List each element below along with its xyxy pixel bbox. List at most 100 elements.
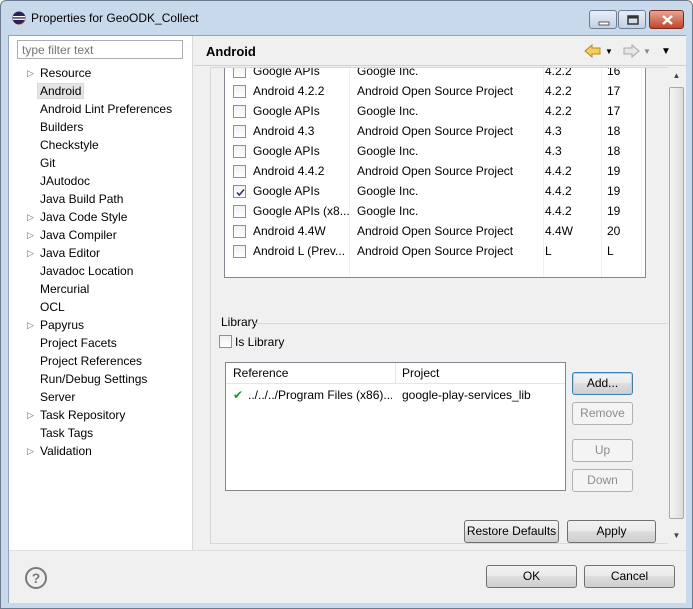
expand-arrow-icon[interactable]: ▷ xyxy=(27,244,34,262)
is-library-checkbox[interactable]: Is Library xyxy=(219,334,284,350)
target-checkbox[interactable] xyxy=(233,245,246,258)
library-reference-table[interactable]: Reference Project ✔ ../../../Program Fil… xyxy=(225,362,566,491)
target-api-cell: 17 xyxy=(607,104,621,118)
view-menu-icon[interactable]: ▼ xyxy=(661,44,671,60)
table-row[interactable]: Google APIs Google Inc. 4.2.2 17 xyxy=(225,101,645,121)
target-checkbox[interactable] xyxy=(233,125,246,138)
apply-button[interactable]: Apply xyxy=(567,520,656,543)
table-row[interactable]: Android L (Prev... Android Open Source Pr… xyxy=(225,241,645,261)
remove-button-label: Remove xyxy=(580,406,625,420)
back-dropdown-icon[interactable]: ▼ xyxy=(605,44,613,60)
expand-arrow-icon[interactable]: ▷ xyxy=(27,208,34,226)
tree-item-label: Server xyxy=(40,390,76,404)
target-checkbox[interactable] xyxy=(233,185,246,198)
close-button[interactable] xyxy=(649,10,684,29)
tree-item[interactable]: OCL xyxy=(9,298,192,316)
tree-item[interactable]: ▷ Resource xyxy=(9,64,192,82)
target-platform-cell: L xyxy=(545,244,552,258)
column-header-reference[interactable]: Reference xyxy=(233,366,288,380)
target-vendor-cell: Android Open Source Project xyxy=(357,124,514,138)
table-row[interactable]: Android 4.2.2 Android Open Source Project… xyxy=(225,81,645,101)
tree-item[interactable]: Java Build Path xyxy=(9,190,192,208)
tree-item[interactable]: Project References xyxy=(9,352,192,370)
column-header-project[interactable]: Project xyxy=(402,366,439,380)
table-row[interactable]: Android 4.3 Android Open Source Project 4.… xyxy=(225,121,645,141)
tree-item[interactable]: Android Lint Preferences xyxy=(9,100,192,118)
minimize-button[interactable] xyxy=(589,10,617,29)
tree-item[interactable]: Android xyxy=(9,82,192,100)
tree-item-label: Mercurial xyxy=(40,282,90,296)
expand-arrow-icon[interactable]: ▷ xyxy=(27,316,34,334)
table-row[interactable]: Google APIs (x8... Google Inc. 4.4.2 19 xyxy=(225,201,645,221)
remove-button[interactable]: Remove xyxy=(572,402,633,425)
tree-item[interactable]: ▷ Task Repository xyxy=(9,406,192,424)
scroll-up-icon[interactable]: ▲ xyxy=(668,67,685,84)
target-checkbox[interactable] xyxy=(233,225,246,238)
title-bar[interactable]: Properties for GeoODK_Collect xyxy=(1,1,692,35)
cancel-button[interactable]: Cancel xyxy=(584,565,675,588)
scrollbar-thumb[interactable] xyxy=(669,87,684,519)
target-platform-cell: 4.2.2 xyxy=(545,104,572,118)
tree-item[interactable]: JAutodoc xyxy=(9,172,192,190)
table-row[interactable]: Google APIs Google Inc. 4.3 18 xyxy=(225,141,645,161)
properties-window: Properties for GeoODK_Collect ▷ Resource A… xyxy=(0,0,693,609)
target-platform-cell: 4.3 xyxy=(545,124,562,138)
add-button[interactable]: Add... xyxy=(572,372,633,395)
ok-button[interactable]: OK xyxy=(486,565,577,588)
tree-item[interactable]: ▷ Java Compiler xyxy=(9,226,192,244)
tree-item[interactable]: ▷ Java Editor xyxy=(9,244,192,262)
expand-arrow-icon[interactable]: ▷ xyxy=(27,226,34,244)
forward-arrow-icon[interactable] xyxy=(622,43,640,62)
table-row[interactable]: Google APIs Google Inc. 4.4.2 19 xyxy=(225,181,645,201)
vertical-scrollbar[interactable]: ▲ ▼ xyxy=(668,67,685,544)
tree-item[interactable]: ▷ Java Code Style xyxy=(9,208,192,226)
expand-arrow-icon[interactable]: ▷ xyxy=(27,442,34,460)
target-checkbox[interactable] xyxy=(233,68,246,78)
target-checkbox[interactable] xyxy=(233,85,246,98)
target-api-cell: 19 xyxy=(607,204,621,218)
target-checkbox[interactable] xyxy=(233,205,246,218)
tree-item-label: Builders xyxy=(40,120,84,134)
reference-table-header: Reference Project xyxy=(226,363,565,384)
tree-item-label: Java Compiler xyxy=(40,228,117,242)
target-api-cell: 20 xyxy=(607,224,621,238)
target-checkbox[interactable] xyxy=(233,105,246,118)
tree-item[interactable]: Project Facets xyxy=(9,334,192,352)
expand-arrow-icon[interactable]: ▷ xyxy=(27,406,34,424)
scroll-down-icon[interactable]: ▼ xyxy=(668,527,685,544)
tree-item[interactable]: Mercurial xyxy=(9,280,192,298)
table-row[interactable]: Android 4.4W Android Open Source Project 4… xyxy=(225,221,645,241)
forward-dropdown-icon[interactable]: ▼ xyxy=(643,44,651,60)
tree-item[interactable]: Run/Debug Settings xyxy=(9,370,192,388)
build-target-table[interactable]: Google APIs Google Inc. 4.2.2 16 Android 4.2… xyxy=(224,68,646,278)
tree-item[interactable]: Javadoc Location xyxy=(9,262,192,280)
tree-item[interactable]: Builders xyxy=(9,118,192,136)
tree-item[interactable]: Task Tags xyxy=(9,424,192,442)
tree-item[interactable]: Server xyxy=(9,388,192,406)
window-title: Properties for GeoODK_Collect xyxy=(31,11,199,25)
restore-defaults-button[interactable]: Restore Defaults xyxy=(464,520,559,543)
dialog-body: ▷ Resource Android Android Lint Preferences… xyxy=(8,35,686,603)
back-arrow-icon[interactable] xyxy=(584,43,602,62)
expand-arrow-icon[interactable]: ▷ xyxy=(27,64,34,82)
checkbox-box[interactable] xyxy=(219,335,232,348)
tree-item-label: Java Code Style xyxy=(40,210,128,224)
filter-input[interactable] xyxy=(17,40,183,59)
maximize-button[interactable] xyxy=(618,10,646,29)
table-row[interactable]: Android 4.4.2 Android Open Source Project… xyxy=(225,161,645,181)
help-icon[interactable]: ? xyxy=(25,567,47,589)
tree-item[interactable]: Checkstyle xyxy=(9,136,192,154)
tree-item[interactable]: Git xyxy=(9,154,192,172)
library-group-label: Library xyxy=(221,315,258,329)
tree-item[interactable]: ▷ Validation xyxy=(9,442,192,460)
target-vendor-cell: Android Open Source Project xyxy=(357,224,514,238)
table-row[interactable]: Google APIs Google Inc. 4.2.2 16 xyxy=(225,68,645,81)
tree-item[interactable]: ▷ Papyrus xyxy=(9,316,192,334)
target-checkbox[interactable] xyxy=(233,145,246,158)
tree-item-label: Git xyxy=(40,156,56,170)
target-checkbox[interactable] xyxy=(233,165,246,178)
up-button[interactable]: Up xyxy=(572,439,633,462)
table-row[interactable]: ✔ ../../../Program Files (x86)... google… xyxy=(226,385,565,405)
target-platform-cell: 4.2.2 xyxy=(545,84,572,98)
down-button[interactable]: Down xyxy=(572,469,633,492)
